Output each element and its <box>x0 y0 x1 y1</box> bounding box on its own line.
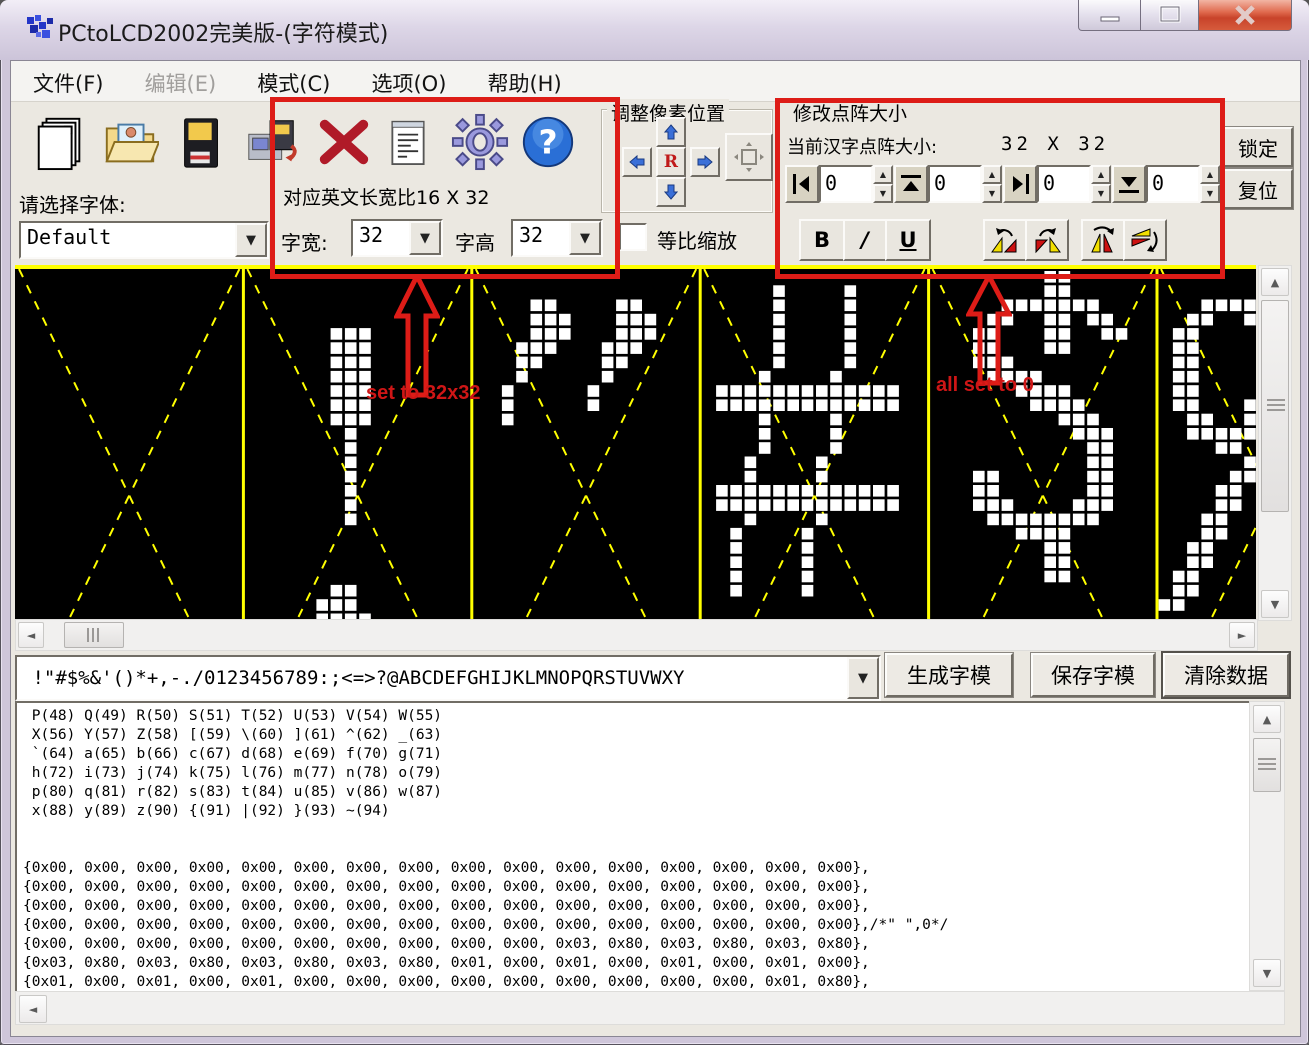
menu-file[interactable]: 文件(F) <box>19 61 117 105</box>
reset-button[interactable]: 复位 <box>1223 169 1293 209</box>
annotation-box-matrix <box>775 98 1225 279</box>
output-text: P(48) Q(49) R(50) S(51) T(52) U(53) V(54… <box>23 707 1251 992</box>
scroll-left-icon[interactable]: ◄ <box>18 622 44 648</box>
annotation-arrow-up <box>394 274 440 398</box>
scroll-left-icon[interactable]: ◄ <box>19 995 47 1023</box>
output-area[interactable]: P(48) Q(49) R(50) S(51) T(52) U(53) V(54… <box>15 701 1253 993</box>
scroll-down-icon[interactable]: ▼ <box>1253 959 1281 987</box>
output-hscrollbar[interactable]: ◄ <box>15 991 1285 1025</box>
title-bar[interactable]: PCtoLCD2002完美版-(字符模式) <box>0 0 1309 60</box>
char-strip-input[interactable] <box>17 657 847 699</box>
new-file-icon[interactable] <box>29 111 91 173</box>
canvas-hscroll-thumb[interactable] <box>64 622 124 648</box>
close-icon <box>1232 4 1258 26</box>
font-select-value: Default <box>21 223 235 257</box>
menu-bar: 文件(F) 编辑(E) 模式(C) 选项(O) 帮助(H) <box>11 61 1300 102</box>
font-select-label: 请选择字体: <box>19 189 126 218</box>
clear-data-button[interactable]: 清除数据 <box>1163 653 1289 697</box>
move-up-button[interactable] <box>656 117 686 147</box>
maximize-icon <box>1157 5 1183 25</box>
save-icon[interactable] <box>171 111 233 173</box>
scroll-down-icon[interactable]: ▼ <box>1261 590 1289 618</box>
output-vscroll-thumb[interactable] <box>1253 738 1281 792</box>
pixel-reset-button[interactable]: R <box>656 147 686 177</box>
font-select-combobox[interactable]: Default ▼ <box>19 221 269 259</box>
app-window: PCtoLCD2002完美版-(字符模式) 文件(F) 编辑(E) 模式(C) … <box>0 0 1309 1045</box>
scroll-up-icon[interactable]: ▲ <box>1253 705 1281 733</box>
scroll-up-icon[interactable]: ▲ <box>1261 268 1289 296</box>
chevron-down-icon[interactable]: ▼ <box>847 657 879 699</box>
app-icon <box>26 14 54 40</box>
save-module-button[interactable]: 保存字模 <box>1031 653 1155 697</box>
open-file-icon[interactable] <box>99 111 161 173</box>
lcd-grid <box>15 265 1256 619</box>
minimize-button[interactable] <box>1078 0 1142 31</box>
char-strip: ▼ <box>15 655 881 701</box>
window-title: PCtoLCD2002完美版-(字符模式) <box>58 16 388 48</box>
canvas-vscrollbar[interactable]: ▲ ▼ <box>1258 265 1292 621</box>
move-left-button[interactable] <box>622 147 652 177</box>
output-vscrollbar[interactable]: ▲ ▼ <box>1249 701 1285 991</box>
move-right-button[interactable] <box>690 147 720 177</box>
center-glyph-button[interactable] <box>725 133 773 181</box>
minimize-icon <box>1095 5 1125 25</box>
scroll-right-icon[interactable]: ► <box>1229 622 1255 648</box>
lcd-canvas[interactable] <box>15 265 1256 619</box>
menu-edit[interactable]: 编辑(E) <box>131 61 231 105</box>
canvas-hscrollbar[interactable]: ◄ ► <box>15 619 1258 651</box>
move-down-button[interactable] <box>656 177 686 207</box>
annotation-note-size: set to 32x32 <box>366 382 481 405</box>
maximize-button[interactable] <box>1140 0 1200 31</box>
annotation-note-matrix: all set to 0 <box>936 374 1034 397</box>
generate-module-button[interactable]: 生成字模 <box>885 653 1013 697</box>
close-button[interactable] <box>1198 0 1292 31</box>
uniform-scale-label: 等比缩放 <box>657 225 737 254</box>
annotation-arrow-up <box>966 274 1012 386</box>
uniform-scale-checkbox[interactable] <box>619 223 647 251</box>
annotation-box-size <box>270 97 620 279</box>
lock-button[interactable]: 锁定 <box>1223 127 1293 167</box>
chevron-down-icon[interactable]: ▼ <box>235 223 267 257</box>
canvas-vscroll-thumb[interactable] <box>1261 300 1289 512</box>
